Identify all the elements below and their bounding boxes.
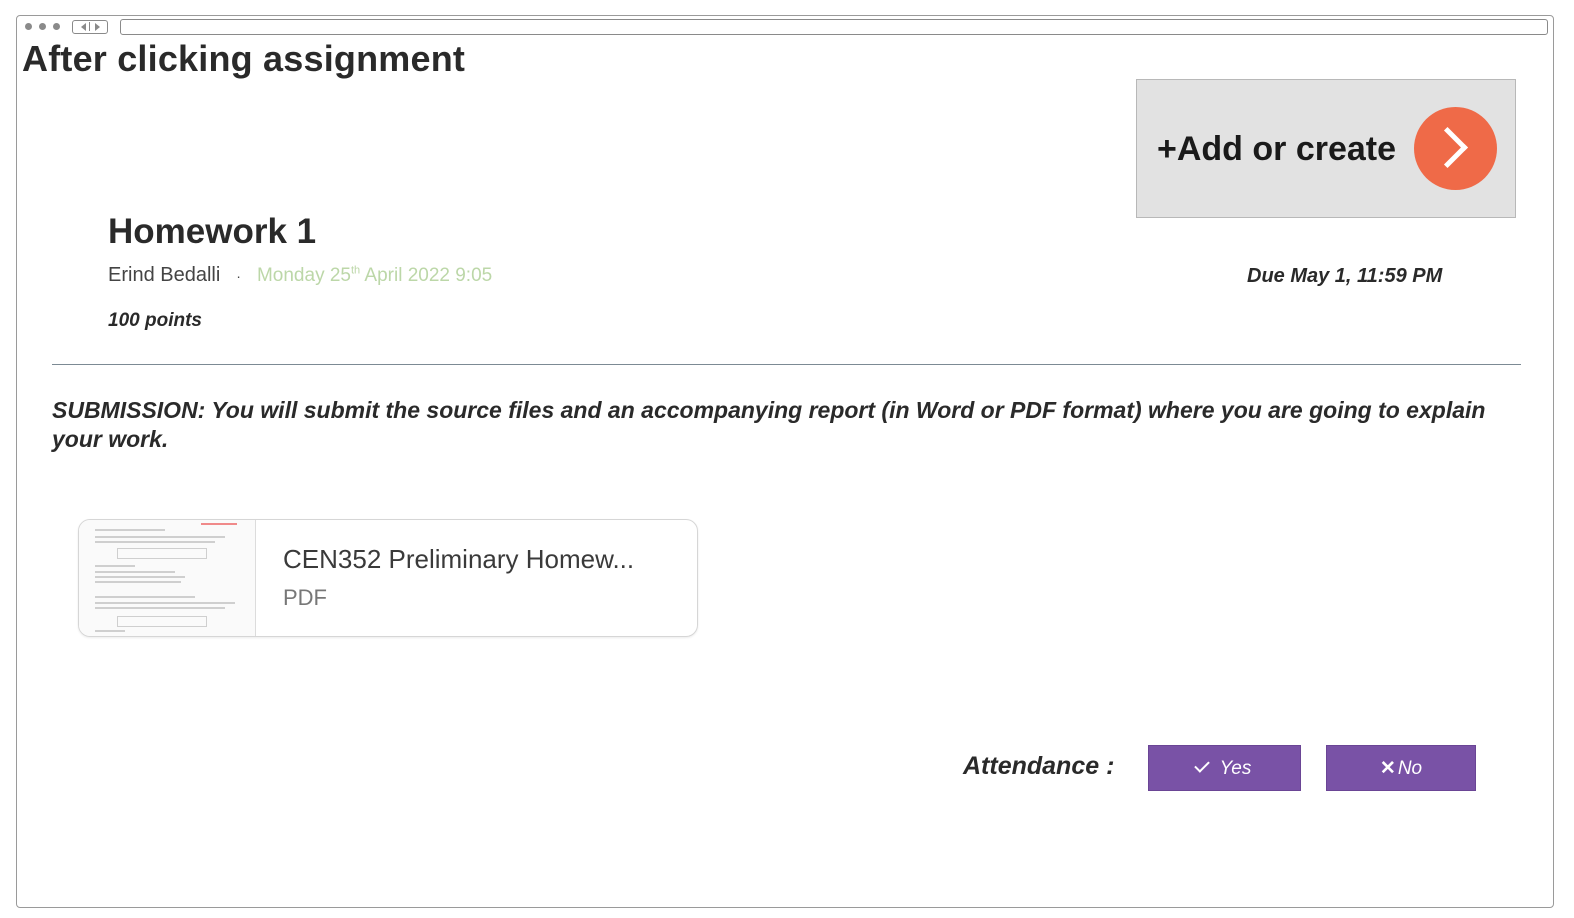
attachment-file-type: PDF <box>283 585 327 610</box>
meta-separator: · <box>236 268 241 284</box>
add-or-create-button[interactable]: +Add or create <box>1136 79 1516 218</box>
nav-separator <box>89 22 90 31</box>
back-arrow-icon[interactable] <box>81 23 86 31</box>
browser-window: After clicking assignment +Add or create… <box>16 15 1554 908</box>
pdf-thumbnail[interactable] <box>79 520 256 636</box>
assignment-meta: Erind Bedalli · Monday 25th April 2022 9:0… <box>108 264 492 287</box>
window-control-dot[interactable] <box>25 23 32 30</box>
forward-arrow-icon[interactable] <box>95 23 100 31</box>
page-heading: After clicking assignment <box>22 38 466 79</box>
attachment-card[interactable]: CEN352 Preliminary Homew... PDF <box>78 519 698 637</box>
nav-buttons[interactable] <box>72 20 108 34</box>
assignment-title: Homework 1 <box>108 212 317 251</box>
no-label: No <box>1397 758 1423 779</box>
author-name: Erind Bedalli <box>108 264 221 286</box>
posted-date: Monday 25th April 2022 9:05 <box>256 264 493 286</box>
assignment-points: 100 points <box>108 310 202 331</box>
chevron-right-icon[interactable] <box>1414 107 1497 190</box>
attachment-file-name[interactable]: CEN352 Preliminary Homew... <box>283 544 634 575</box>
divider <box>52 364 1521 365</box>
check-icon <box>1193 757 1210 773</box>
address-bar[interactable] <box>120 19 1548 35</box>
attendance-yes-button[interactable]: Yes <box>1148 745 1301 791</box>
attendance-no-button[interactable]: ✕ No <box>1326 745 1476 791</box>
assignment-description: SUBMISSION: You will submit the source f… <box>52 397 1486 452</box>
yes-label: Yes <box>1219 758 1252 779</box>
window-control-dot[interactable] <box>53 23 60 30</box>
due-date: Due May 1, 11:59 PM <box>1247 265 1443 287</box>
attendance-label: Attendance : <box>963 752 1115 780</box>
window-control-dot[interactable] <box>39 23 46 30</box>
add-or-create-label: +Add or create <box>1157 130 1397 168</box>
x-icon: ✕ <box>1379 758 1396 779</box>
